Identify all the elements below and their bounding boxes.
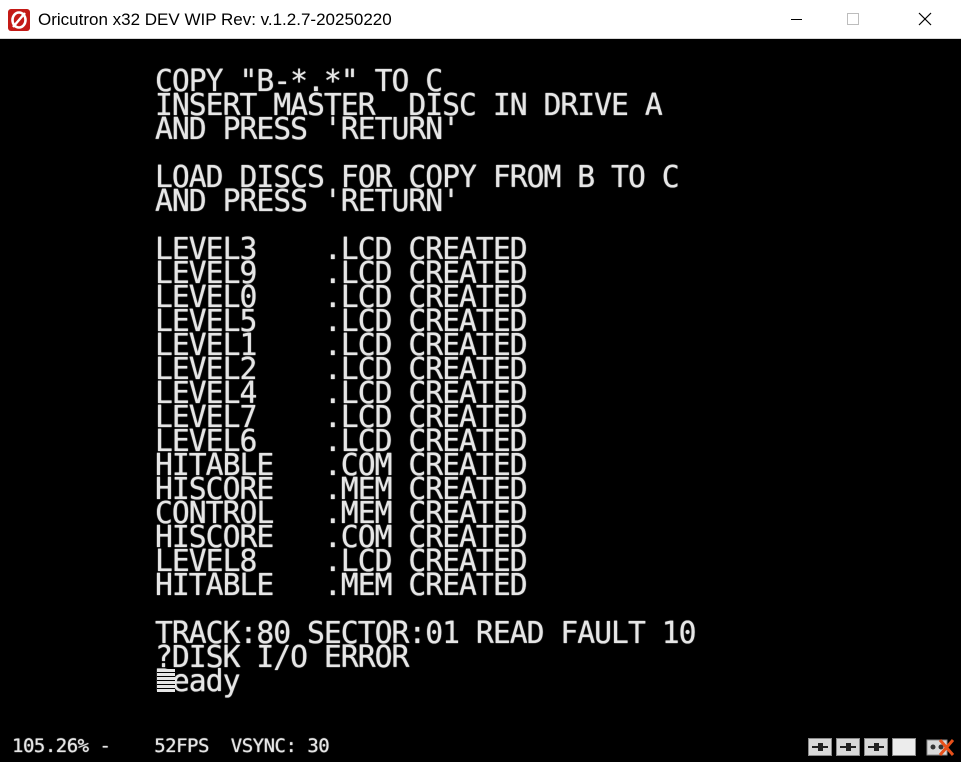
status-text: 105.26% - 52FPS VSYNC: 30 [12,735,330,757]
disk-drive-icon[interactable] [836,738,860,756]
minimize-icon [791,19,802,20]
oricutron-icon[interactable] [8,9,30,31]
close-button[interactable] [902,0,948,38]
maximize-button[interactable] [830,0,876,38]
screen-text: COPY "B-*.*" TO C INSERT MASTER DISC IN … [155,64,696,699]
minimize-button[interactable] [774,0,820,38]
tape-icon[interactable] [926,737,956,758]
maximize-icon [847,13,859,25]
disk-drive-icon[interactable] [808,738,832,756]
disk-drive-icon[interactable] [864,738,888,756]
disk-drive-icon[interactable] [892,738,916,756]
title-bar[interactable]: Oricutron x32 DEV WIP Rev: v.1.2.7-20250… [0,0,961,39]
text-cursor [157,669,175,692]
window-title: Oricutron x32 DEV WIP Rev: v.1.2.7-20250… [38,10,392,29]
close-icon [918,12,932,26]
